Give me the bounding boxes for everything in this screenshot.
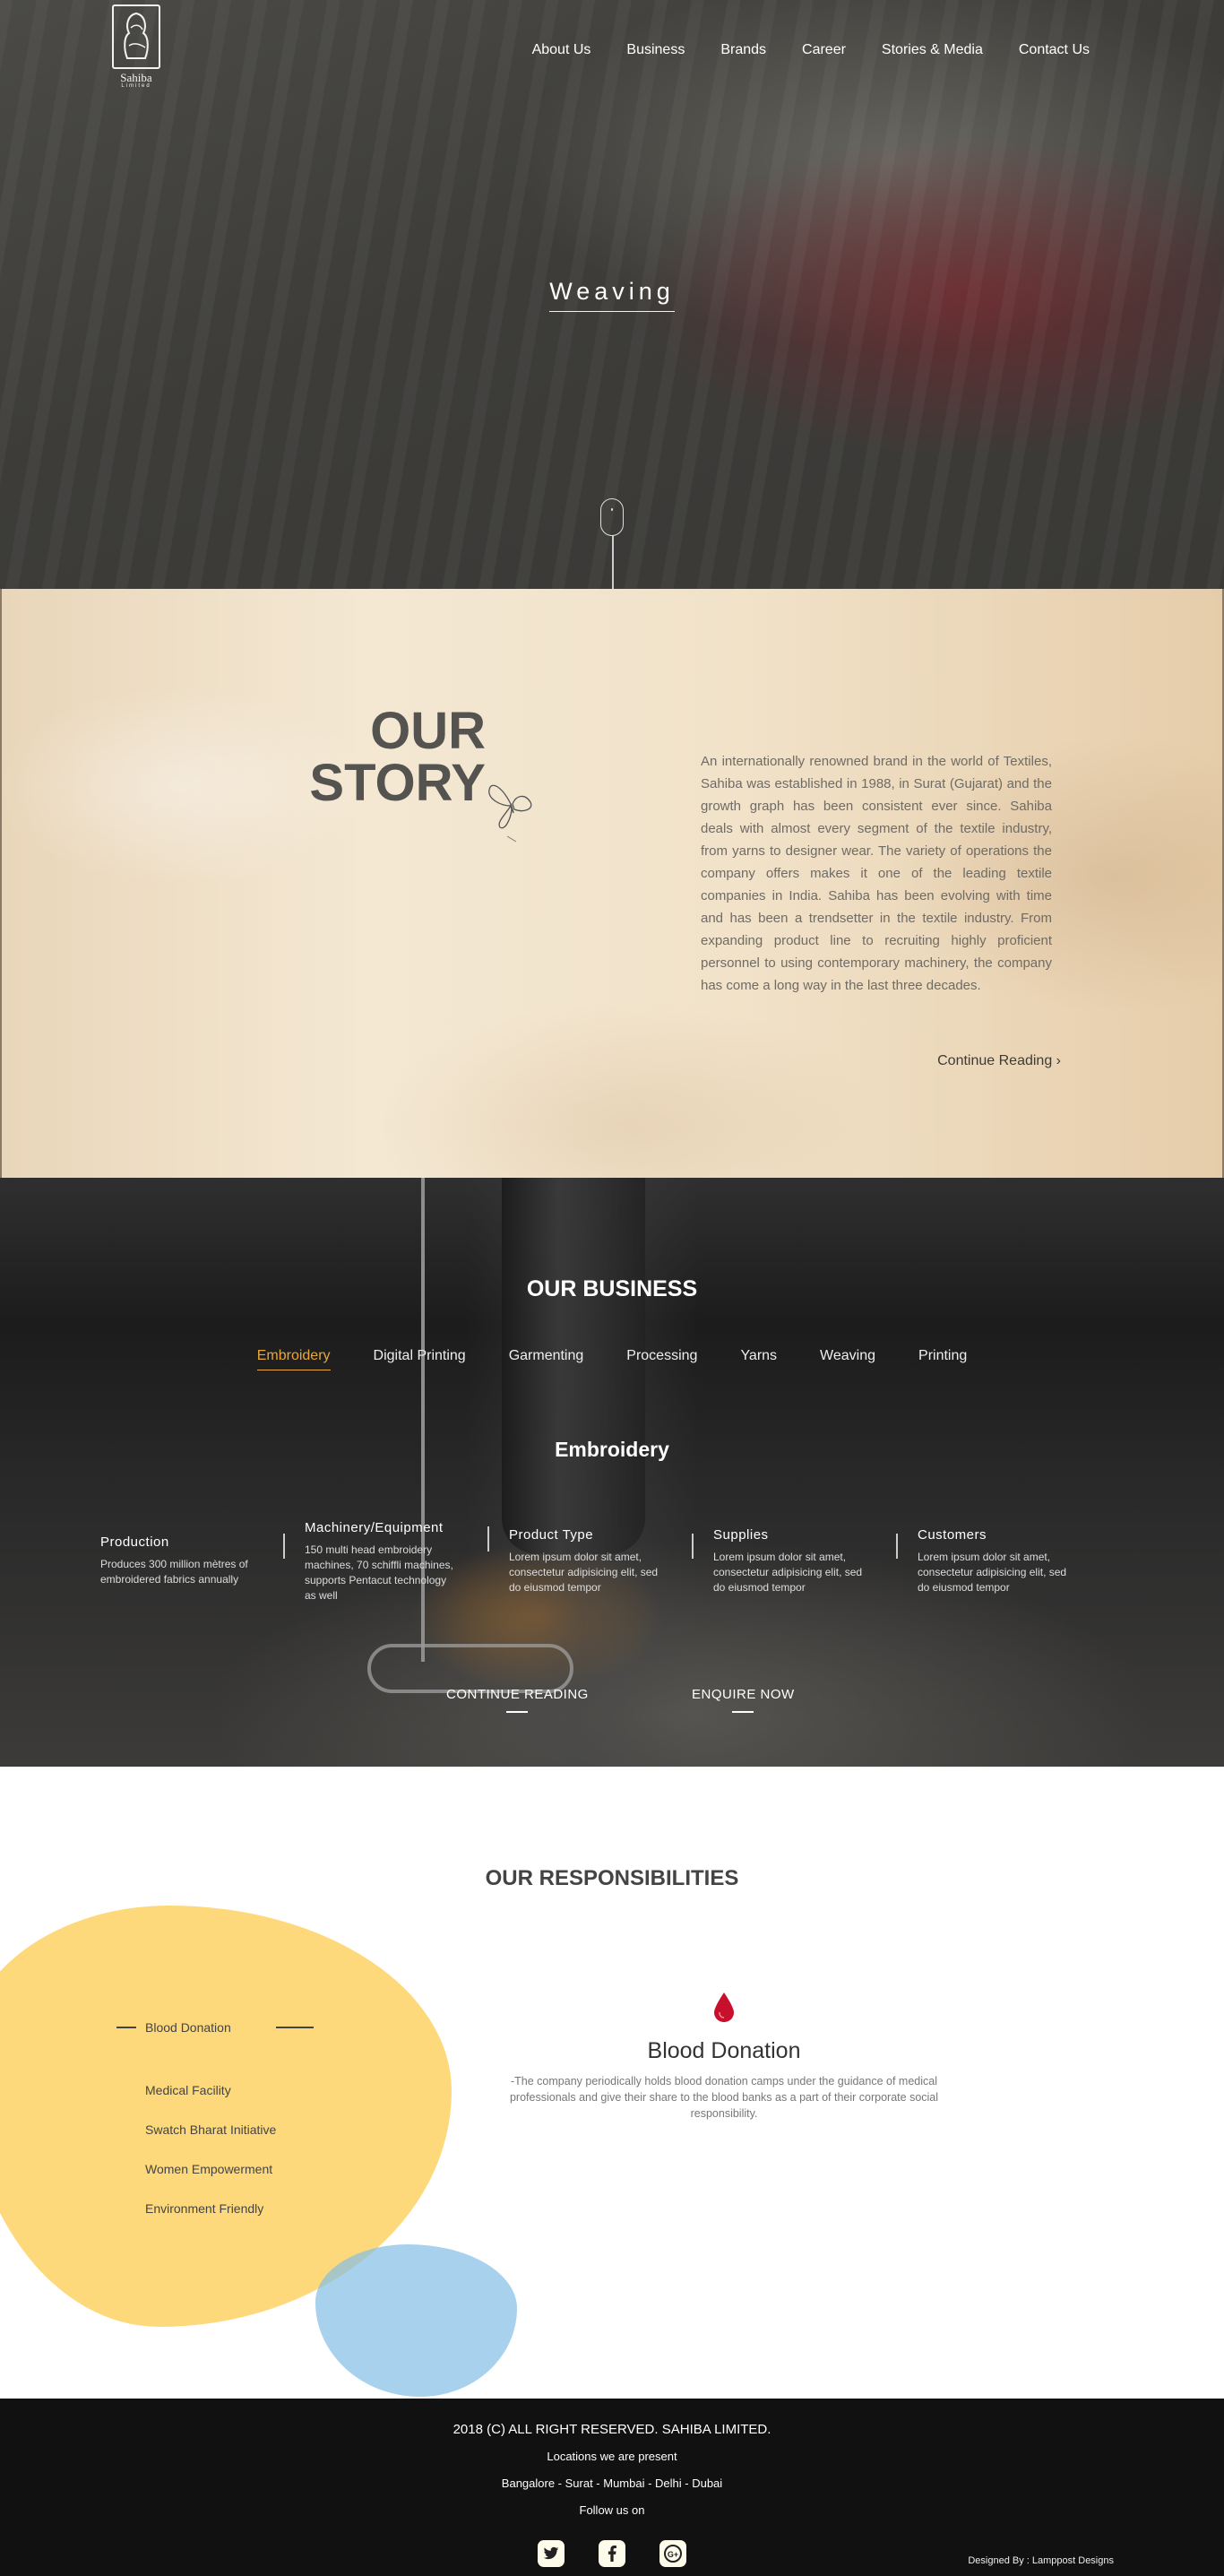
nav-contact-us[interactable]: Contact Us — [1019, 42, 1090, 58]
stat-text: Lorem ipsum dolor sit amet, consectetur … — [713, 1551, 863, 1594]
stat-text: Lorem ipsum dolor sit amet, consectetur … — [509, 1551, 659, 1594]
tab-printing[interactable]: Printing — [918, 1348, 967, 1370]
svg-text:G+: G+ — [668, 2550, 678, 2559]
tab-processing[interactable]: Processing — [626, 1348, 697, 1370]
list-item[interactable]: Medical Facility — [145, 2083, 314, 2097]
our-business-section: OUR BUSINESS Embroidery Digital Printing… — [0, 1178, 1224, 1767]
stat-machinery: Machinery/Equipment 150 multi head embro… — [305, 1520, 509, 1604]
follow-label: Follow us on — [579, 2503, 645, 2517]
main-nav: About Us Business Brands Career Stories … — [532, 42, 1090, 58]
tab-yarns[interactable]: Yarns — [740, 1348, 777, 1370]
story-heading: OUR STORY — [289, 705, 486, 809]
list-item[interactable]: Swatch Bharat Initiative — [145, 2122, 314, 2137]
nav-stories-media[interactable]: Stories & Media — [882, 42, 983, 58]
stat-title: Machinery/Equipment — [305, 1520, 444, 1535]
active-responsibility[interactable]: Blood Donation — [116, 2020, 314, 2035]
footer: 2018 (C) ALL RIGHT RESERVED. SAHIBA LIMI… — [0, 2399, 1224, 2576]
stat-text: Lorem ipsum dolor sit amet, consectetur … — [918, 1551, 1067, 1594]
stat-title: Supplies — [713, 1527, 769, 1543]
responsibilities-section: OUR RESPONSIBILITIES Blood Donation Medi… — [0, 1767, 1224, 2399]
business-title: OUR BUSINESS — [526, 1276, 698, 1301]
stat-title: Customers — [918, 1527, 987, 1543]
active-responsibility-label: Blood Donation — [145, 2020, 231, 2035]
stat-supplies: Supplies Lorem ipsum dolor sit amet, con… — [713, 1527, 918, 1604]
stat-production: Production Produces 300 million mètres o… — [100, 1534, 305, 1604]
nav-career[interactable]: Career — [802, 42, 846, 58]
responsibility-detail-text: -The company periodically holds blood do… — [509, 2075, 939, 2120]
tab-embroidery[interactable]: Embroidery — [256, 1348, 331, 1370]
responsibilities-menu: Blood Donation Medical Facility Swatch B… — [116, 2020, 314, 2241]
tab-garmenting[interactable]: Garmenting — [509, 1348, 584, 1370]
locations-label: Locations we are present — [547, 2450, 677, 2463]
blue-blob-decoration — [315, 2244, 517, 2397]
facebook-icon[interactable] — [599, 2540, 625, 2567]
chevron-right-icon: › — [1056, 1053, 1061, 1068]
our-story-section: OUR STORY An internationally renowned br… — [0, 589, 1224, 1178]
butterfly-icon — [488, 784, 532, 843]
designed-by-credit: Designed By : Lamppost Designs — [968, 2555, 1114, 2566]
story-continue-reading-link[interactable]: Continue Reading › — [937, 1053, 1061, 1069]
stat-product-type: Product Type Lorem ipsum dolor sit amet,… — [509, 1527, 713, 1604]
twitter-icon[interactable] — [538, 2540, 565, 2567]
blood-drop-icon — [714, 1993, 734, 2022]
stat-text: Produces 300 million mètres of embroider… — [100, 1558, 248, 1586]
stat-title: Production — [100, 1534, 169, 1550]
tab-digital-printing[interactable]: Digital Printing — [374, 1348, 466, 1370]
nav-brands[interactable]: Brands — [720, 42, 766, 58]
google-plus-icon[interactable]: G+ — [659, 2540, 686, 2567]
stat-text: 150 multi head embroidery machines, 70 s… — [305, 1543, 453, 1602]
presser-foot-graphic — [367, 1644, 573, 1693]
brand-logo[interactable]: Sahiba Limited — [111, 4, 161, 94]
logo-emblem-icon — [112, 4, 160, 69]
scroll-line — [612, 536, 614, 589]
story-heading-line1: OUR — [370, 702, 486, 760]
business-continue-reading-button[interactable]: CONTINUE READING — [446, 1687, 589, 1713]
story-body: An internationally renowned brand in the… — [701, 754, 1052, 993]
scroll-down-icon[interactable] — [600, 498, 624, 536]
enquire-now-button[interactable]: ENQUIRE NOW — [692, 1687, 795, 1713]
list-item[interactable]: Environment Friendly — [145, 2201, 314, 2216]
copyright-text: 2018 (C) ALL RIGHT RESERVED. SAHIBA LIMI… — [453, 2422, 771, 2437]
responsibilities-title: OUR RESPONSIBILITIES — [485, 1866, 739, 1890]
nav-business[interactable]: Business — [626, 42, 685, 58]
business-subtitle: Embroidery — [555, 1438, 669, 1461]
stat-customers: Customers Lorem ipsum dolor sit amet, co… — [918, 1527, 1122, 1604]
hero-title: Weaving — [549, 278, 675, 312]
business-stats: Production Produces 300 million mètres o… — [100, 1520, 1122, 1604]
brand-name: Sahiba — [120, 71, 152, 84]
story-continue-label: Continue Reading — [937, 1053, 1053, 1068]
business-tabs: Embroidery Digital Printing Garmenting P… — [0, 1348, 1224, 1370]
brand-tagline: Limited — [121, 83, 151, 89]
locations-list: Bangalore - Surat - Mumbai - Delhi - Dub… — [501, 2477, 723, 2490]
responsibilities-list: Medical Facility Swatch Bharat Initiativ… — [145, 2083, 314, 2216]
list-item[interactable]: Women Empowerment — [145, 2162, 314, 2176]
responsibility-detail: Blood Donation -The company periodically… — [509, 1991, 939, 2122]
tab-weaving[interactable]: Weaving — [820, 1348, 875, 1370]
responsibility-detail-title: Blood Donation — [647, 2038, 801, 2063]
hero-section: Sahiba Limited About Us Business Brands … — [0, 0, 1224, 589]
nav-about-us[interactable]: About Us — [532, 42, 591, 58]
story-heading-line2: STORY — [309, 754, 486, 812]
stat-title: Product Type — [509, 1527, 594, 1543]
